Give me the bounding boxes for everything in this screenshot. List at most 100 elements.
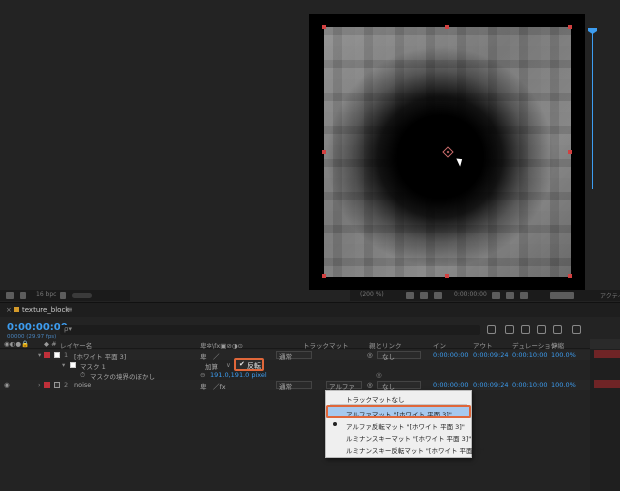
selected-bullet-icon [333,422,337,426]
in-point[interactable]: 0:00:00:00 [433,381,469,389]
timeline-panel: × texture_block ≡ 0:00:00:00 00000 (29.9… [0,302,620,491]
region-icon[interactable] [420,292,428,299]
layer-search-input[interactable] [60,325,480,335]
checkmark-icon: ✔ [239,360,245,368]
composition-frame[interactable] [309,14,585,290]
active-camera-label[interactable]: アクティ [600,291,620,300]
blend-mode-value: 通常 [279,383,292,391]
mask-row[interactable]: ▾ マスク 1 加算 ∨ [0,360,590,371]
mask-color-icon[interactable] [70,362,76,368]
menu-item-label: トラックマットなし [346,396,405,404]
layer-label-swatch[interactable] [44,382,50,388]
transparency-grid-icon[interactable] [434,292,442,299]
layer-column-header: ◉◐●🔒 ◆ # レイヤー名 卑✲\fx▣⊘◑⊙ トラックマット 親とリンク イ… [0,339,620,350]
graph-editor-icon[interactable] [572,325,581,334]
mask-vertex[interactable] [445,25,449,29]
mask-vertex[interactable] [322,25,326,29]
close-icon[interactable]: × [6,306,12,314]
stopwatch-icon[interactable]: ⏱ [80,371,85,380]
mask-feather-row[interactable]: ⏱ マスクの境界のぼかし ⊖ 191.0,191.0 pixel ◎ [0,370,590,381]
column-parent[interactable]: 親とリンク [369,340,402,350]
out-point[interactable]: 0:00:09:24 [473,351,509,359]
pickwhip-icon[interactable]: ◎ [367,351,373,359]
zoom-level[interactable]: (200 %) [360,291,384,298]
menu-item-luma-matte[interactable]: ルミナンスキーマット "[ホワイト 平面 3]" [326,431,472,443]
viewer-toolbar-left: 16 bpc [0,290,130,301]
menu-item-label: ルミナンスキー反転マット "[ホワイト 平面 3]" [346,447,485,455]
layer-duration-bar[interactable] [594,350,620,358]
current-timecode[interactable]: 0:00:00:00 [7,322,68,333]
stretch-value[interactable]: 100.0% [551,381,576,389]
snapshot-icon[interactable] [6,292,14,299]
menu-item-luma-inverted-matte[interactable]: ルミナンスキー反転マット "[ホワイト 平面 3]" [326,443,484,455]
timeline-tab-bar: × texture_block ≡ [0,303,620,317]
shy-layers-icon[interactable] [521,325,530,334]
mask-vertex[interactable] [322,274,326,278]
track-matte-menu: トラックマットなし アルファマット "[ホワイト 平面 3]" アルファ反転マッ… [325,390,484,458]
mask-feather-value[interactable]: 191.0,191.0 pixel [210,371,267,379]
channel-icon[interactable] [506,292,514,299]
resolution-icon[interactable] [406,292,414,299]
comp-color-swatch [14,307,19,312]
view-layout-icon[interactable] [520,292,528,299]
playhead-line[interactable] [592,28,593,189]
column-track-matte[interactable]: トラックマット [303,340,349,350]
mask-invert-checkbox[interactable]: ✔ 反転 [234,358,264,371]
tab-composition[interactable]: texture_block [22,306,69,314]
link-icon[interactable]: ⊖ [200,371,205,379]
layer-number: 1 [64,351,69,359]
layer-duration-bar[interactable] [594,380,620,388]
eye-icon[interactable]: ◉ [4,381,10,389]
layer-row[interactable]: ▾ 1 [ホワイト 平面 3] 卑 ／ 通常 ◎ なし 0:00:00:00 0… [0,350,590,361]
layer-row[interactable]: ◉ › 2 noise 卑 ／fx 通常 アルファ ◎ なし 0:00:00:0… [0,380,590,391]
trash-icon[interactable] [60,292,66,299]
color-picker-icon[interactable] [20,292,26,299]
layer-number: 2 [64,381,69,389]
layer-label-swatch[interactable] [44,352,50,358]
duration-value[interactable]: 0:00:10:00 [512,381,548,389]
layer-switches[interactable]: 卑 ／fx [200,381,226,391]
mask-vertex[interactable] [568,150,572,154]
camera-icon[interactable] [492,292,500,299]
dropdown-arrow-icon[interactable]: ∨ [226,361,231,369]
toggle-switch[interactable] [72,293,92,298]
draft-3d-icon[interactable] [505,325,514,334]
view-dropdown[interactable] [550,292,574,299]
timeline-track-area[interactable] [590,339,620,491]
time-ruler[interactable] [590,339,620,349]
solid-icon [54,352,60,358]
expand-arrow-icon[interactable]: ▾ [62,361,65,369]
mask-vertex[interactable] [568,274,572,278]
column-in[interactable]: イン [433,340,446,350]
mask-vertex[interactable] [568,25,572,29]
viewer-time[interactable]: 0:00:00:00 [454,291,487,298]
frame-blending-icon[interactable] [537,325,546,334]
av-switch-icons: ◉◐●🔒 [4,340,30,348]
duration-value[interactable]: 0:00:10:00 [512,351,548,359]
label-column-icon: ◆ # [44,340,57,348]
composition-viewer[interactable] [0,0,620,290]
stretch-value[interactable]: 100.0% [551,351,576,359]
menu-item-no-matte[interactable]: トラックマットなし [326,392,471,404]
mask-vertex[interactable] [322,150,326,154]
out-point[interactable]: 0:00:09:24 [473,381,509,389]
menu-item-alpha-inverted-matte[interactable]: アルファ反転マット "[ホワイト 平面 3]" [326,419,471,431]
viewer-toolbar-right: (200 %) 0:00:00:00 アクティ [350,290,620,301]
bpc-label[interactable]: 16 bpc [36,291,56,298]
motion-blur-icon[interactable] [553,325,562,334]
pickwhip-icon[interactable]: ◎ [376,371,382,379]
layer-name[interactable]: noise [74,381,91,389]
composition-icon [54,382,60,388]
mask-vertex[interactable] [445,274,449,278]
column-stretch[interactable]: 伸縮 [551,340,564,350]
tab-menu-icon[interactable]: ≡ [66,305,73,314]
expand-arrow-icon[interactable]: › [38,381,41,389]
column-out[interactable]: アウト [473,340,493,350]
column-layer-name[interactable]: レイヤー名 [60,340,92,350]
comp-flowchart-icon[interactable] [487,325,496,334]
column-switches: 卑✲\fx▣⊘◑⊙ [200,342,243,350]
menu-item-label: ルミナンスキーマット "[ホワイト 平面 3]" [346,435,472,443]
expand-arrow-icon[interactable]: ▾ [38,351,41,359]
pickwhip-icon[interactable]: ◎ [367,381,373,389]
in-point[interactable]: 0:00:00:00 [433,351,469,359]
